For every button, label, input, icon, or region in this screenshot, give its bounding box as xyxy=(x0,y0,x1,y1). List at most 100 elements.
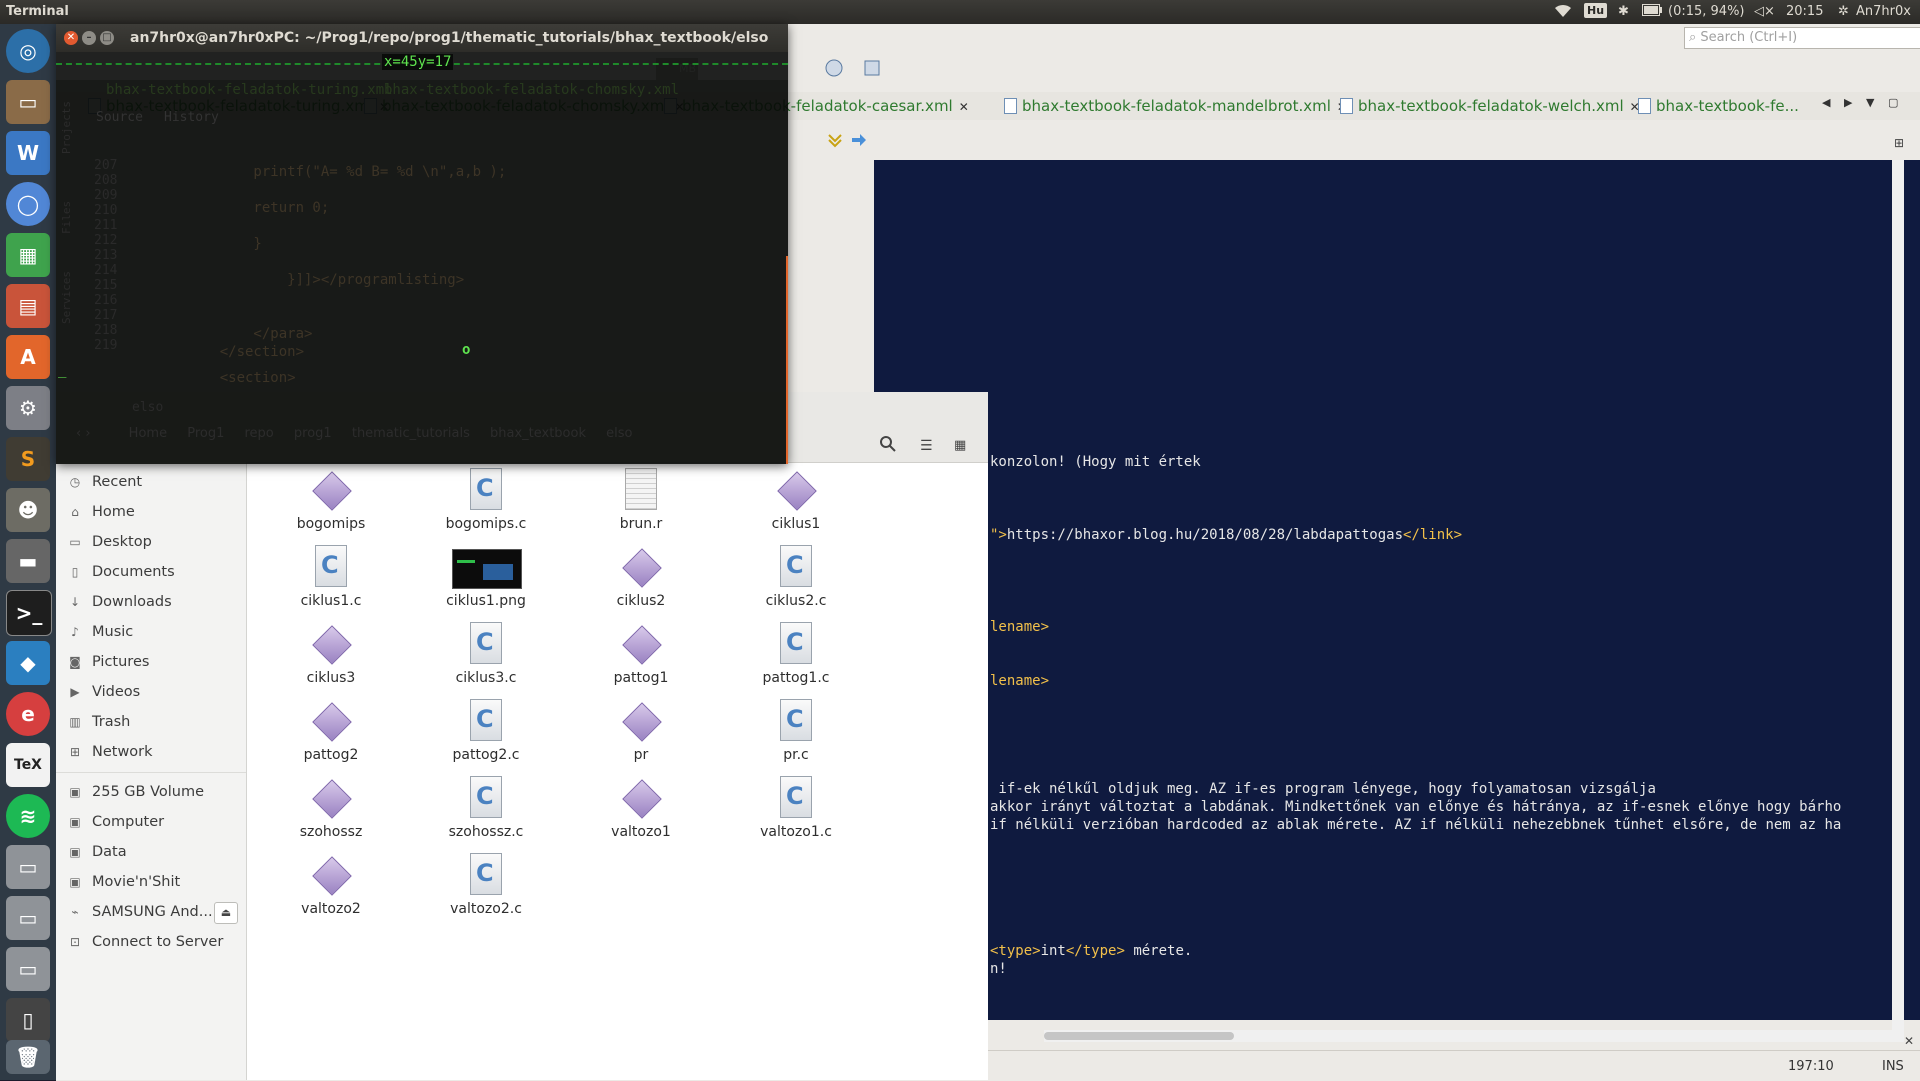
drive-icon[interactable]: ▭ xyxy=(6,896,50,940)
sidebar-item-downloads[interactable]: ↓ Downloads xyxy=(68,590,172,614)
tab-list-icon[interactable]: ▼ xyxy=(1866,96,1874,109)
file-item[interactable]: Cvaltozo2.c xyxy=(421,853,551,929)
tab-welch[interactable]: bhax-textbook-feladatok-welch.xml ✕ xyxy=(1338,96,1640,116)
drive-icon[interactable]: ▭ xyxy=(6,845,50,889)
file-item[interactable]: Cpr.c xyxy=(731,699,861,775)
split-icon[interactable]: ⊞ xyxy=(1894,136,1904,150)
trash-icon[interactable]: 🗑 xyxy=(6,1040,50,1074)
toolbar-down-icon[interactable] xyxy=(826,132,844,152)
sidebar-item-samsung[interactable]: ⌁ SAMSUNG And... xyxy=(68,900,212,924)
netbeans-icon[interactable]: ◆ xyxy=(6,641,50,685)
software-center-icon[interactable]: A xyxy=(6,335,50,379)
pictures-icon: ◙ xyxy=(69,655,81,669)
sidebar-item-computer[interactable]: ▣ Computer xyxy=(68,810,164,834)
minimize-window-icon[interactable]: – xyxy=(82,31,96,45)
close-window-icon[interactable]: ✕ xyxy=(64,31,78,45)
ubuntu-dash-icon[interactable]: ◎ xyxy=(6,29,50,73)
search-icon[interactable] xyxy=(878,434,902,456)
chromium-icon[interactable]: ◯ xyxy=(6,182,50,226)
file-item[interactable]: bogomips xyxy=(266,468,396,544)
maximize-window-icon[interactable]: □ xyxy=(100,31,114,45)
profile-icon[interactable] xyxy=(862,58,882,78)
vertical-scrollbar[interactable] xyxy=(1892,160,1904,1030)
keyboard-indicator[interactable]: Hu xyxy=(1584,3,1608,18)
file-item[interactable]: ciklus1.png xyxy=(421,545,551,621)
executable-icon xyxy=(309,776,353,820)
sidebar-item-trash[interactable]: ▥ Trash xyxy=(68,710,130,734)
maximize-icon[interactable]: ▢ xyxy=(1888,96,1898,109)
file-item[interactable]: Cvaltozo1.c xyxy=(731,776,861,852)
file-item[interactable]: Cbogomips.c xyxy=(421,468,551,544)
files-icon[interactable]: ▭ xyxy=(6,80,50,124)
user-name[interactable]: An7hr0x xyxy=(1856,4,1911,19)
tab-more[interactable]: bhax-textbook-fe... xyxy=(1636,96,1799,116)
list-view-icon[interactable]: ☰ xyxy=(920,438,933,454)
sidebar-item-data[interactable]: ▣ Data xyxy=(68,840,126,864)
search-icon: ⌕ xyxy=(1689,30,1697,45)
file-item[interactable]: Cciklus2.c xyxy=(731,545,861,621)
writer-icon[interactable]: W xyxy=(6,131,50,175)
scroll-left-icon[interactable]: ◀ xyxy=(1822,96,1830,109)
sidebar-item-movies[interactable]: ▣ Movie'n'Shit xyxy=(68,870,180,894)
file-item[interactable]: Cszohossz.c xyxy=(421,776,551,852)
scroll-right-icon[interactable]: ▶ xyxy=(1844,96,1852,109)
file-item[interactable]: pattog1 xyxy=(576,622,706,698)
sidebar-item-connect-server[interactable]: ⊡ Connect to Server xyxy=(68,930,223,954)
sidebar-item-volume[interactable]: ▣ 255 GB Volume xyxy=(68,780,204,804)
grid-view-icon[interactable]: ▦ xyxy=(954,438,966,453)
file-item[interactable]: ciklus3 xyxy=(266,622,396,698)
close-icon[interactable]: ✕ xyxy=(1904,1034,1914,1048)
file-item[interactable]: valtozo2 xyxy=(266,853,396,929)
arrow-right-icon[interactable] xyxy=(850,132,868,152)
code-line: lename> xyxy=(990,619,1050,635)
spotify-icon[interactable]: ≋ xyxy=(6,794,50,838)
drive-icon[interactable]: ▭ xyxy=(6,947,50,991)
gc-icon[interactable] xyxy=(824,58,844,78)
sidebar-item-documents[interactable]: ▯ Documents xyxy=(68,560,175,584)
file-item[interactable]: Cpattog1.c xyxy=(731,622,861,698)
battery-icon[interactable] xyxy=(1642,4,1662,20)
close-icon[interactable]: ✕ xyxy=(959,100,969,114)
terminal-titlebar[interactable]: ✕ – □ an7hr0x@an7hr0xPC: ~/Prog1/repo/pr… xyxy=(56,24,788,52)
file-item[interactable]: valtozo1 xyxy=(576,776,706,852)
wifi-icon[interactable] xyxy=(1554,4,1572,22)
usb-icon: ⌁ xyxy=(71,905,79,919)
file-item[interactable]: szohossz xyxy=(266,776,396,852)
system-settings-icon[interactable]: ⚙ xyxy=(6,386,50,430)
texmaker-icon[interactable]: TeX xyxy=(6,743,50,787)
impress-icon[interactable]: ▤ xyxy=(6,284,50,328)
phone-icon[interactable]: ▯ xyxy=(6,998,50,1042)
scribus-icon[interactable]: e xyxy=(6,692,50,736)
horizontal-scrollbar[interactable] xyxy=(1044,1030,1904,1042)
eject-icon[interactable]: ⏏ xyxy=(214,902,238,924)
file-item[interactable]: brun.r xyxy=(576,468,706,544)
sidebar-item-pictures[interactable]: ◙ Pictures xyxy=(68,650,149,674)
tab-mandelbrot[interactable]: bhax-textbook-feladatok-mandelbrot.xml✕ xyxy=(1002,96,1347,116)
calc-icon[interactable]: ▦ xyxy=(6,233,50,277)
sidebar-item-recent[interactable]: ◷ Recent xyxy=(68,470,142,494)
bluetooth-icon[interactable]: ✱ xyxy=(1618,4,1629,19)
clock[interactable]: 20:15 xyxy=(1786,4,1823,19)
sidebar-item-music[interactable]: ♪ Music xyxy=(68,620,133,644)
c-source-icon: C xyxy=(309,545,353,589)
sublime-text-icon[interactable]: S xyxy=(6,437,50,481)
volume-icon[interactable]: ◁× xyxy=(1754,4,1775,19)
sidebar-item-desktop[interactable]: ▭ Desktop xyxy=(68,530,151,554)
file-item[interactable]: Cpattog2.c xyxy=(421,699,551,775)
file-item[interactable]: Cciklus1.c xyxy=(266,545,396,621)
file-item[interactable]: ciklus1 xyxy=(731,468,861,544)
ide-search-field[interactable]: ⌕ Search (Ctrl+I) xyxy=(1684,27,1920,49)
sidebar-item-videos[interactable]: ▶ Videos xyxy=(68,680,140,704)
sidebar-item-network[interactable]: ⊞ Network xyxy=(68,740,153,764)
terminal-window[interactable]: ✕ – □ an7hr0x@an7hr0xPC: ~/Prog1/repo/pr… xyxy=(56,24,788,464)
file-item[interactable]: ciklus2 xyxy=(576,545,706,621)
gimp-icon[interactable]: ☻ xyxy=(6,488,50,532)
disks-icon[interactable]: ▬ xyxy=(6,539,50,583)
gear-icon[interactable]: ✲ xyxy=(1838,4,1849,19)
file-item[interactable]: Cciklus3.c xyxy=(421,622,551,698)
terminal-icon[interactable]: >_ xyxy=(6,590,52,636)
code-editor[interactable] xyxy=(874,160,1920,1020)
file-item[interactable]: pr xyxy=(576,699,706,775)
sidebar-item-home[interactable]: ⌂ Home xyxy=(68,500,135,524)
file-item[interactable]: pattog2 xyxy=(266,699,396,775)
